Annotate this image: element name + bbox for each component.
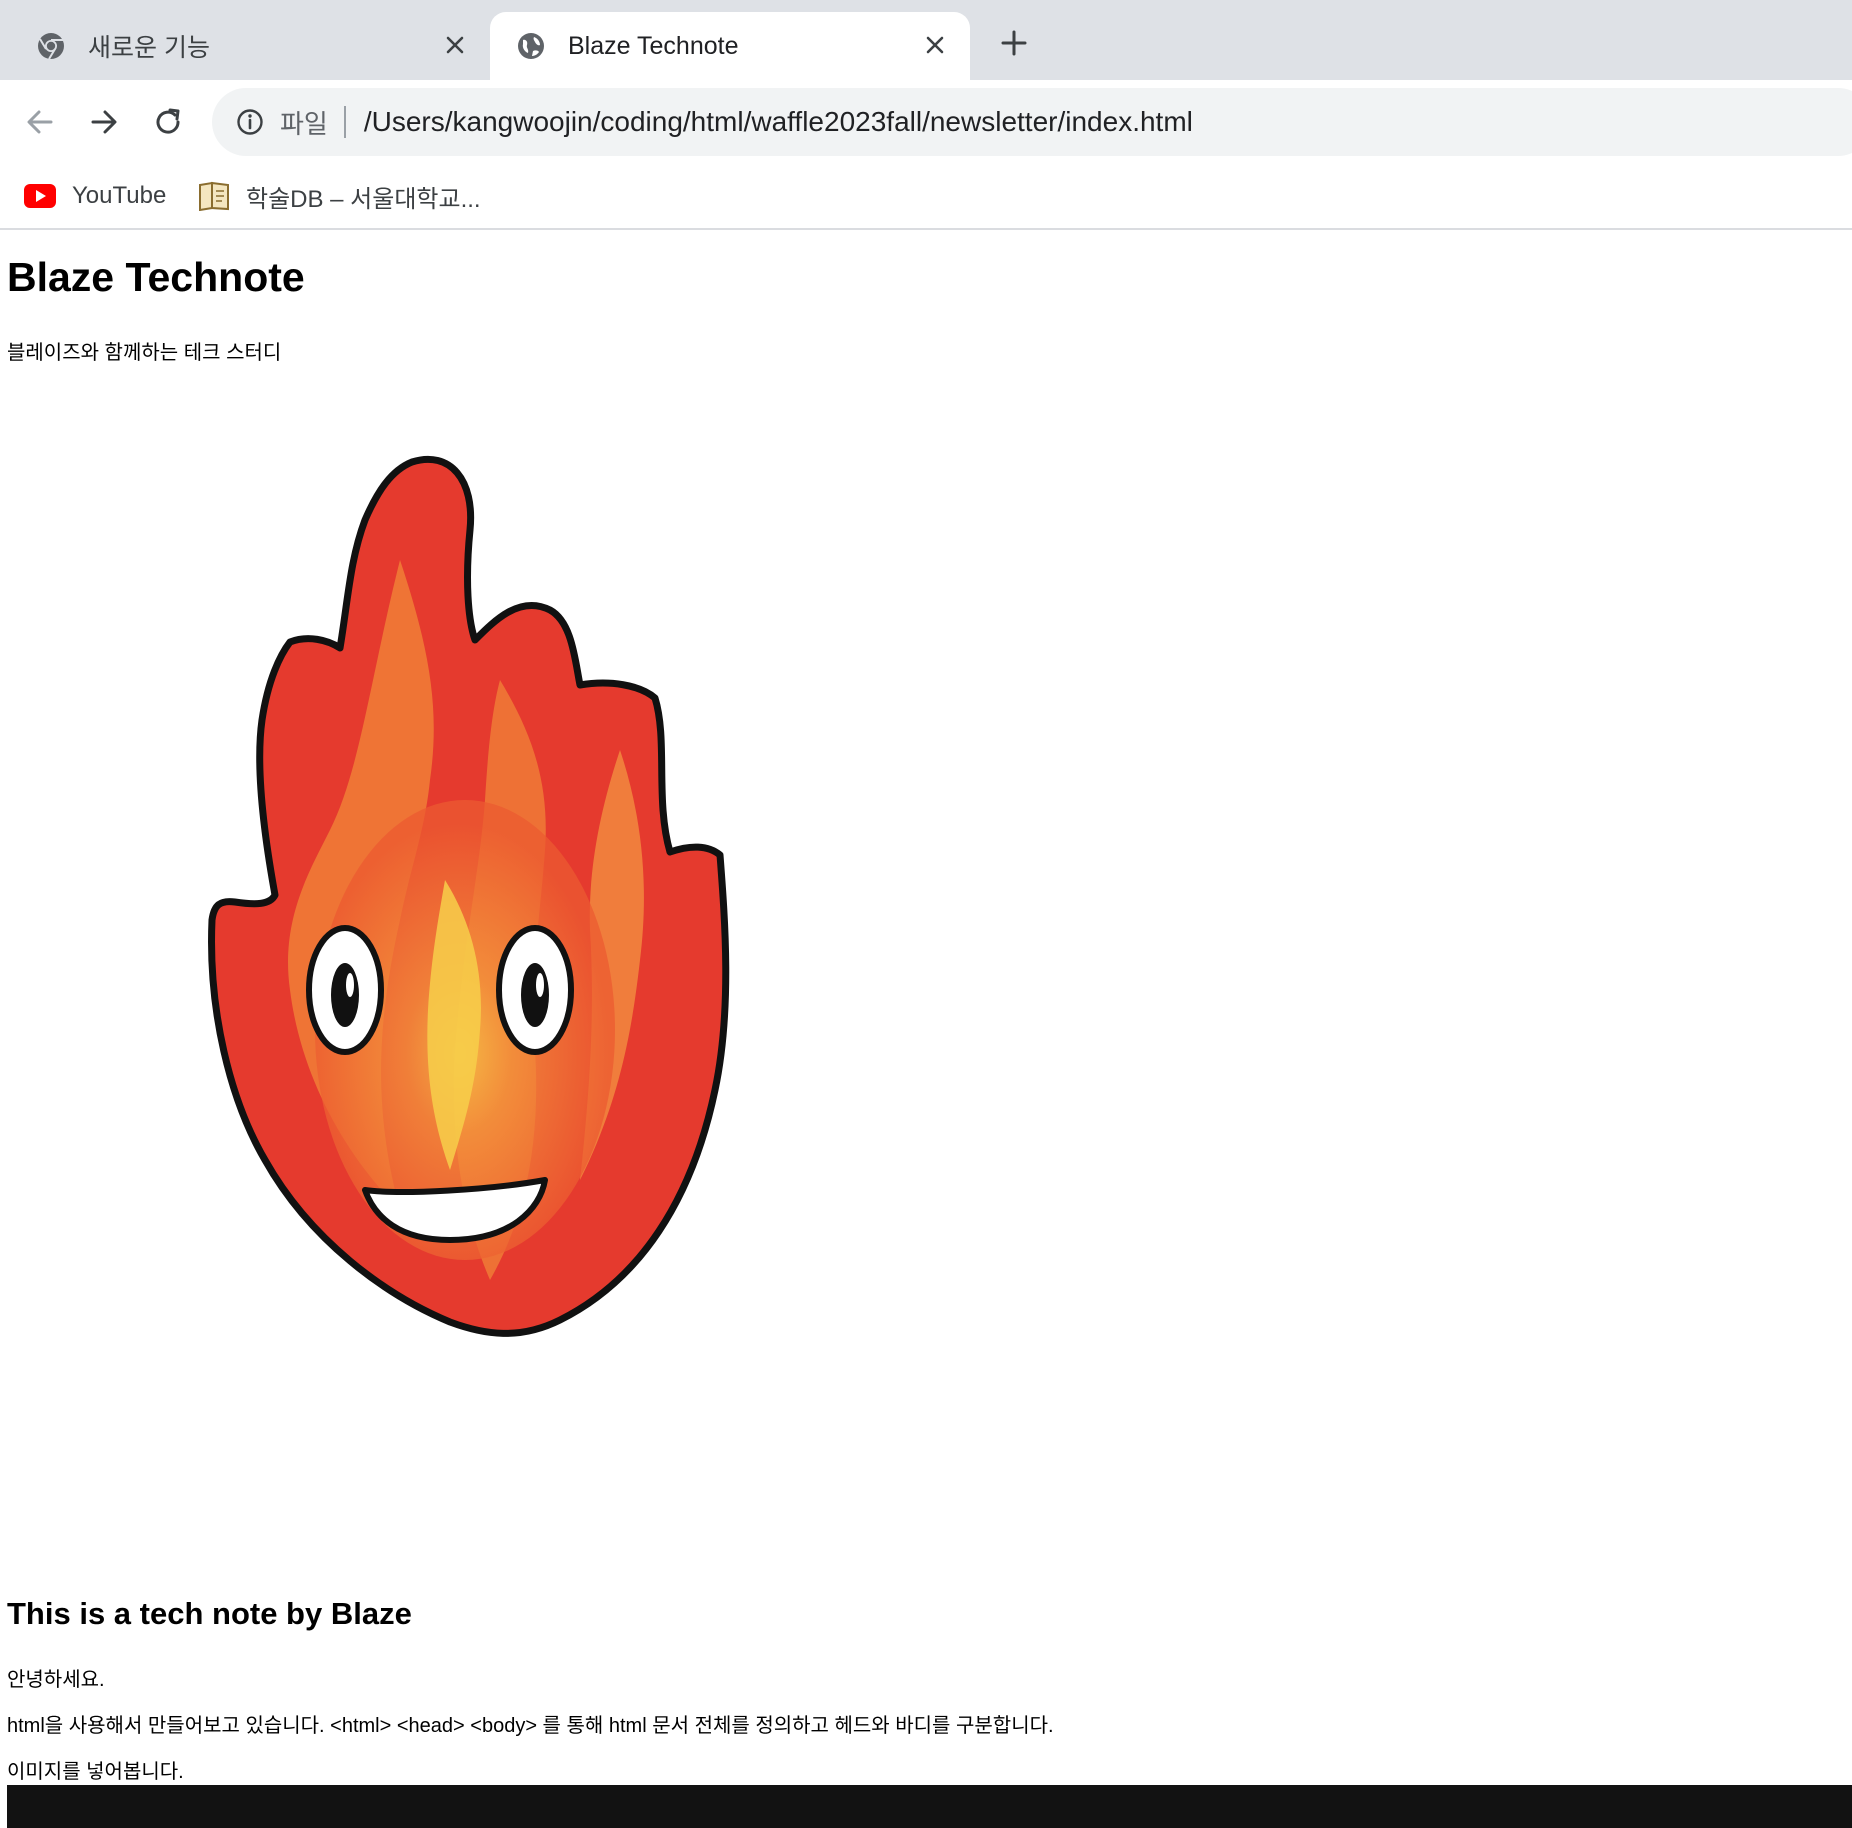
page-title: Blaze Technote <box>7 254 305 300</box>
arrow-right-icon <box>91 110 117 134</box>
globe-icon <box>516 31 546 61</box>
bookmark-youtube[interactable]: YouTube <box>24 178 166 214</box>
url-scheme-label: 파일 <box>280 108 328 139</box>
reload-icon <box>156 108 180 134</box>
info-icon[interactable] <box>234 106 266 138</box>
address-bar[interactable]: 파일 /Users/kangwoojin/coding/html/waffle2… <box>212 88 1852 156</box>
flame-mascot-image <box>208 455 730 1337</box>
tab-whats-new[interactable]: 새로운 기능 <box>0 12 490 80</box>
back-button[interactable] <box>18 100 62 144</box>
bookmark-label: 학술DB – 서울대학교... <box>246 185 481 213</box>
new-tab-button[interactable] <box>995 24 1033 62</box>
tab-title: Blaze Technote <box>568 31 739 60</box>
chrome-icon <box>36 31 66 61</box>
plus-icon <box>1001 30 1027 56</box>
bookmark-label: YouTube <box>72 182 167 209</box>
bookmarks-bar: YouTube 학술DB – 서울대학교... <box>0 164 1852 230</box>
tab-blaze-technote[interactable]: Blaze Technote <box>490 12 970 80</box>
forward-button[interactable] <box>82 100 126 144</box>
close-icon[interactable] <box>920 30 950 60</box>
page-subtitle: 블레이즈와 함께하는 테크 스터디 <box>7 342 282 364</box>
dark-image-top <box>7 1785 1852 1828</box>
book-icon <box>199 181 229 211</box>
omnibox-divider <box>343 106 346 138</box>
paragraph-image-note: 이미지를 넣어봅니다. <box>7 1761 184 1783</box>
bookmark-academic-db[interactable]: 학술DB – 서울대학교... <box>198 178 481 214</box>
reload-button[interactable] <box>146 100 190 144</box>
section-heading: This is a tech note by Blaze <box>7 1596 412 1631</box>
paragraph-greeting: 안녕하세요. <box>7 1669 105 1691</box>
url-text[interactable]: /Users/kangwoojin/coding/html/waffle2023… <box>364 106 1193 138</box>
tab-title: 새로운 기능 <box>88 34 210 62</box>
page-content: Blaze Technote 블레이즈와 함께하는 테크 스터디 This is… <box>0 230 1852 1828</box>
close-icon[interactable] <box>440 30 470 60</box>
browser-toolbar: 파일 /Users/kangwoojin/coding/html/waffle2… <box>0 80 1852 164</box>
youtube-icon <box>24 184 56 208</box>
paragraph-html-intro: html을 사용해서 만들어보고 있습니다. <html> <head> <bo… <box>7 1715 1054 1737</box>
arrow-left-icon <box>27 110 53 134</box>
tab-strip: 새로운 기능 Blaze Technote <box>0 0 1852 80</box>
